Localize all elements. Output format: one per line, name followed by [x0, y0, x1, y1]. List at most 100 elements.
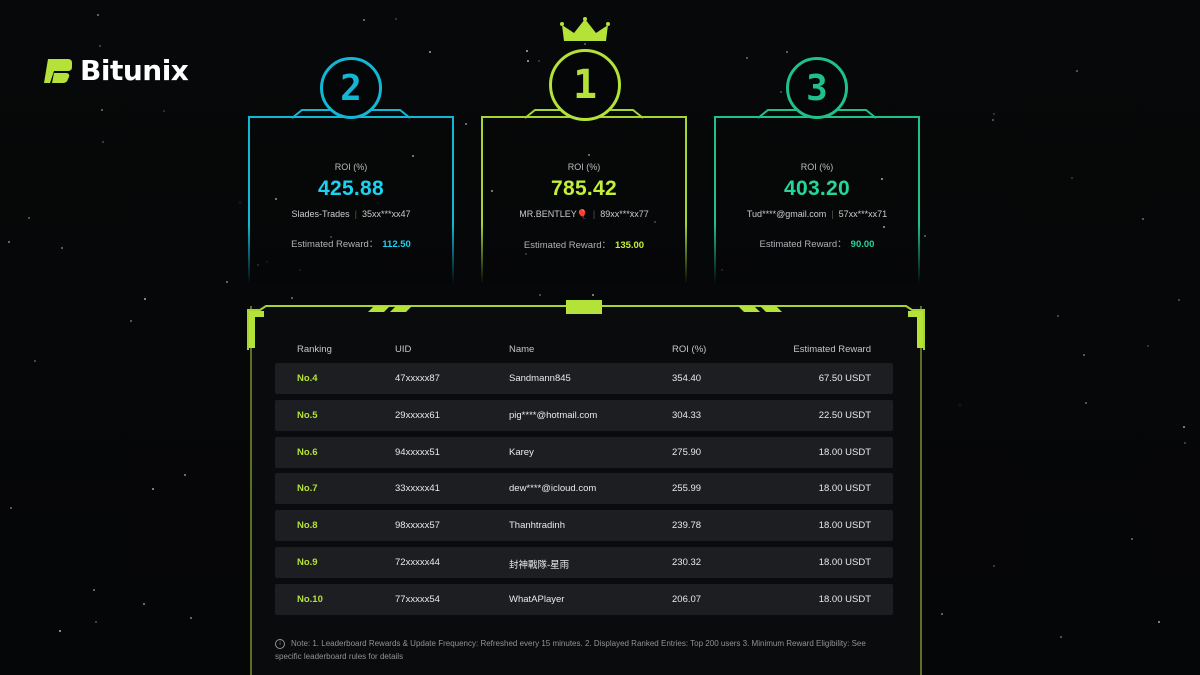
star-dot — [163, 110, 165, 112]
row-roi: 206.07 — [672, 594, 702, 605]
roi-value: 785.42 — [550, 177, 618, 200]
reward-value: 90.00 — [850, 239, 875, 250]
star-dot — [992, 119, 994, 121]
star-dot — [592, 294, 594, 296]
header-reward: Estimated Reward — [793, 344, 871, 355]
star-dot — [1142, 218, 1144, 220]
star-dot — [1131, 538, 1133, 540]
row-name: Thanhtradinh — [509, 520, 565, 531]
row-rank: No.8 — [297, 520, 318, 531]
star-dot — [1076, 70, 1078, 72]
star-dot — [95, 621, 97, 623]
star-dot — [152, 488, 154, 490]
star-dot — [539, 294, 541, 296]
rank-1-medal: 1 — [549, 49, 621, 121]
star-dot — [1071, 177, 1073, 179]
row-rank: No.7 — [297, 483, 318, 494]
star-dot — [1183, 426, 1185, 428]
row-name: Sandmann845 — [509, 373, 571, 384]
row-name: dew****@icloud.com — [509, 483, 597, 494]
reward-value: 135.00 — [615, 240, 645, 251]
trader-uid: 57xx***xx71 — [838, 209, 888, 219]
star-dot — [144, 298, 146, 300]
divider: | — [592, 209, 596, 219]
reward-value: 112.50 — [382, 239, 411, 250]
star-dot — [941, 613, 943, 615]
star-dot — [10, 507, 12, 509]
row-rank: No.5 — [297, 410, 318, 421]
podium-card-rank-2[interactable]: ROI (%) 425.88 Slades-Trades | 35xx***xx47… — [248, 116, 454, 284]
row-uid: 33xxxxx41 — [395, 483, 440, 494]
row-uid: 29xxxxx61 — [395, 410, 440, 421]
roi-value: 425.88 — [317, 177, 385, 200]
leaderboard-note: i Note: 1. Leaderboard Rewards & Update F… — [275, 637, 885, 663]
trader-uid: 89xx***xx77 — [600, 209, 649, 219]
star-dot — [1184, 442, 1186, 444]
star-dot — [1085, 402, 1087, 404]
podium-card-rank-1[interactable]: ROI (%) 785.42 MR.BENTLEY🎈 | 89xx***xx77 E… — [481, 116, 687, 284]
brand-logo[interactable]: Bitunix — [42, 54, 189, 87]
row-uid: 47xxxxx87 — [395, 373, 440, 384]
header-uid: UID — [395, 344, 412, 355]
bitunix-logo-icon — [44, 58, 72, 83]
row-roi: 275.90 — [672, 447, 702, 458]
table-row[interactable]: No.9 72xxxxx44 封神戰隊-星雨 230.32 18.00 USDT — [275, 547, 893, 578]
divider: | — [354, 209, 357, 219]
star-dot — [746, 57, 748, 59]
row-roi: 230.32 — [672, 557, 702, 568]
row-name: WhatAPlayer — [509, 594, 565, 605]
table-row[interactable]: No.4 47xxxxx87 Sandmann845 354.40 67.50 … — [275, 363, 893, 394]
row-reward: 22.50 USDT — [818, 410, 871, 421]
star-dot — [780, 91, 782, 93]
row-reward: 67.50 USDT — [818, 373, 871, 384]
divider: | — [831, 209, 834, 219]
star-dot — [1060, 636, 1062, 638]
star-dot — [465, 123, 467, 125]
podium-card-rank-3[interactable]: ROI (%) 403.20 Tud****@gmail.com | 57xx***… — [714, 116, 920, 284]
star-dot — [34, 360, 36, 362]
table-row[interactable]: No.10 77xxxxx54 WhatAPlayer 206.07 18.00… — [275, 584, 893, 615]
roi-label: ROI (%) — [567, 162, 601, 172]
rank-3-medal: 3 — [786, 57, 848, 119]
star-dot — [61, 247, 63, 249]
row-reward: 18.00 USDT — [818, 557, 871, 568]
rank-3-number: 3 — [806, 67, 828, 109]
row-rank: No.6 — [297, 447, 318, 458]
row-roi: 255.99 — [672, 483, 702, 494]
row-roi: 304.33 — [672, 410, 702, 421]
header-ranking: Ranking — [297, 344, 332, 355]
roi-value: 403.20 — [783, 177, 851, 200]
star-dot — [143, 603, 145, 605]
table-row[interactable]: No.6 94xxxxx51 Karey 275.90 18.00 USDT — [275, 437, 893, 468]
trader-name: MR.BENTLEY🎈 — [519, 209, 588, 219]
rank-2-medal: 2 — [320, 57, 382, 119]
star-dot — [1057, 315, 1059, 317]
note-text: Note: 1. Leaderboard Rewards & Update Fr… — [275, 639, 866, 661]
table-row[interactable]: No.8 98xxxxx57 Thanhtradinh 239.78 18.00… — [275, 510, 893, 541]
row-uid: 72xxxxx44 — [395, 557, 440, 568]
star-dot — [993, 565, 995, 567]
star-dot — [190, 617, 192, 619]
star-dot — [8, 241, 10, 243]
table-row[interactable]: No.7 33xxxxx41 dew****@icloud.com 255.99… — [275, 473, 893, 504]
star-dot — [1147, 345, 1149, 347]
header-name: Name — [509, 344, 535, 355]
reward-label: Estimated Reward： — [523, 240, 612, 251]
rank-2-number: 2 — [340, 67, 362, 109]
roi-label: ROI (%) — [334, 162, 368, 172]
star-dot — [226, 281, 228, 283]
trader-name: Slades-Trades — [291, 209, 350, 219]
table-header: Ranking UID Name ROI (%) Estimated Rewar… — [275, 344, 893, 358]
star-dot — [28, 217, 30, 219]
star-dot — [395, 18, 397, 20]
row-reward: 18.00 USDT — [818, 447, 871, 458]
star-dot — [184, 474, 186, 476]
rank-1-number: 1 — [572, 62, 598, 108]
star-dot — [130, 320, 132, 322]
star-dot — [1083, 354, 1085, 356]
row-reward: 18.00 USDT — [818, 520, 871, 531]
row-rank: No.10 — [297, 594, 323, 605]
roi-label: ROI (%) — [800, 162, 834, 172]
reward-label: Estimated Reward： — [759, 239, 847, 250]
table-row[interactable]: No.5 29xxxxx61 pig****@hotmail.com 304.3… — [275, 400, 893, 431]
